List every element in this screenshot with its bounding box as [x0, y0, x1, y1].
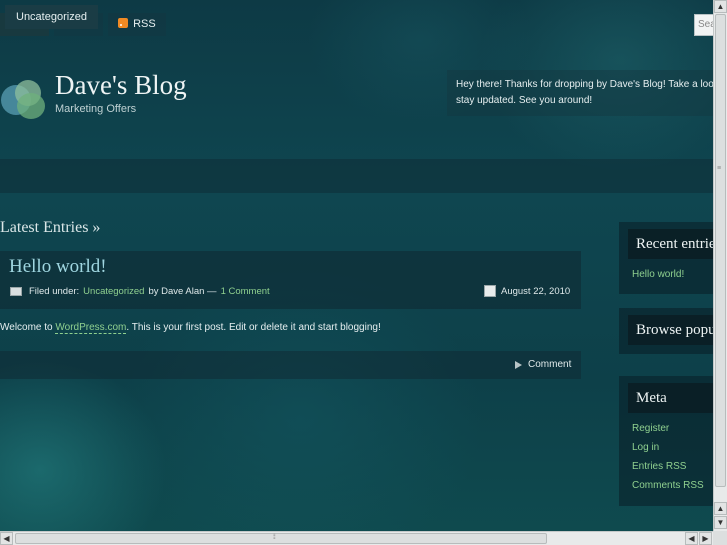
scroll-down-icon[interactable]: ▼	[714, 516, 727, 529]
calendar-icon	[484, 285, 496, 297]
wordpress-link[interactable]: WordPress.com	[55, 322, 127, 334]
scroll-left-icon-right[interactable]: ◀	[685, 532, 698, 545]
horizontal-scrollbar[interactable]: ◀ ⦙⦙⦙ ◀ ▶	[0, 531, 713, 545]
post-body-end: . This is your first post. Edit or delet…	[126, 322, 381, 333]
post-comments-link[interactable]: 1 Comment	[221, 286, 270, 297]
welcome-message: Hey there! Thanks for dropping by Dave's…	[447, 70, 727, 116]
horizontal-scroll-thumb[interactable]	[15, 533, 547, 544]
post-date: August 22, 2010	[484, 285, 570, 297]
meta-login-link[interactable]: Log in	[632, 438, 716, 457]
meta-comments-rss-link[interactable]: Comments RSS	[632, 476, 716, 495]
site-title[interactable]: Dave's Blog	[55, 70, 187, 101]
recent-entry-link[interactable]: Hello world!	[632, 265, 716, 284]
post-author: by Dave Alan —	[148, 286, 217, 297]
vertical-scrollbar[interactable]: ▲ ≡ ▲ ▼	[713, 0, 727, 531]
comment-bar	[0, 351, 581, 379]
comment-label: Comment	[528, 359, 572, 370]
rss-icon	[118, 18, 129, 28]
meta-entries-rss-link[interactable]: Entries RSS	[632, 457, 716, 476]
site-tagline: Marketing Offers	[55, 103, 137, 115]
welcome-line-2: stay updated. See you around!	[456, 95, 593, 106]
post-title[interactable]: Hello world!	[9, 256, 107, 278]
widget-popular-tags: Browse popular tags	[619, 308, 716, 354]
site-logo	[1, 80, 47, 120]
scroll-up-icon-lower[interactable]: ▲	[714, 502, 727, 515]
vertical-scroll-thumb[interactable]	[715, 14, 726, 487]
scrollbar-corner	[713, 531, 727, 545]
widget-title-meta: Meta	[628, 383, 716, 413]
category-uncategorized[interactable]: Uncategorized	[5, 5, 98, 29]
post-date-text: August 22, 2010	[501, 285, 571, 297]
post-body: Welcome to WordPress.com. This is your f…	[0, 322, 381, 334]
widget-recent-entries: Recent entries Hello world!	[619, 222, 716, 294]
scroll-up-icon[interactable]: ▲	[714, 0, 727, 13]
category-bar	[0, 159, 716, 193]
welcome-line-1: Hey there! Thanks for dropping by Dave's…	[456, 79, 727, 90]
scroll-left-icon[interactable]: ◀	[0, 532, 13, 545]
widget-title-recent: Recent entries	[628, 229, 716, 259]
widget-title-popular: Browse popular tags	[628, 315, 716, 345]
post-body-start: Welcome to	[0, 322, 53, 333]
arrow-right-icon	[515, 360, 522, 369]
post-category-link[interactable]: Uncategorized	[83, 286, 144, 297]
nav-tab-rss-label: RSS	[133, 18, 156, 30]
scroll-right-icon[interactable]: ▶	[699, 532, 712, 545]
comment-button[interactable]: Comment	[515, 359, 571, 370]
meta-register-link[interactable]: Register	[632, 419, 716, 438]
nav-tab-rss[interactable]: RSS	[108, 13, 166, 36]
section-title: Latest Entries »	[0, 219, 101, 236]
folder-icon	[10, 287, 22, 296]
post-meta: Filed under: Uncategorized by Dave Alan …	[10, 286, 270, 297]
widget-meta: Meta Register Log in Entries RSS Comment…	[619, 376, 716, 506]
filed-under-label: Filed under:	[29, 286, 80, 297]
